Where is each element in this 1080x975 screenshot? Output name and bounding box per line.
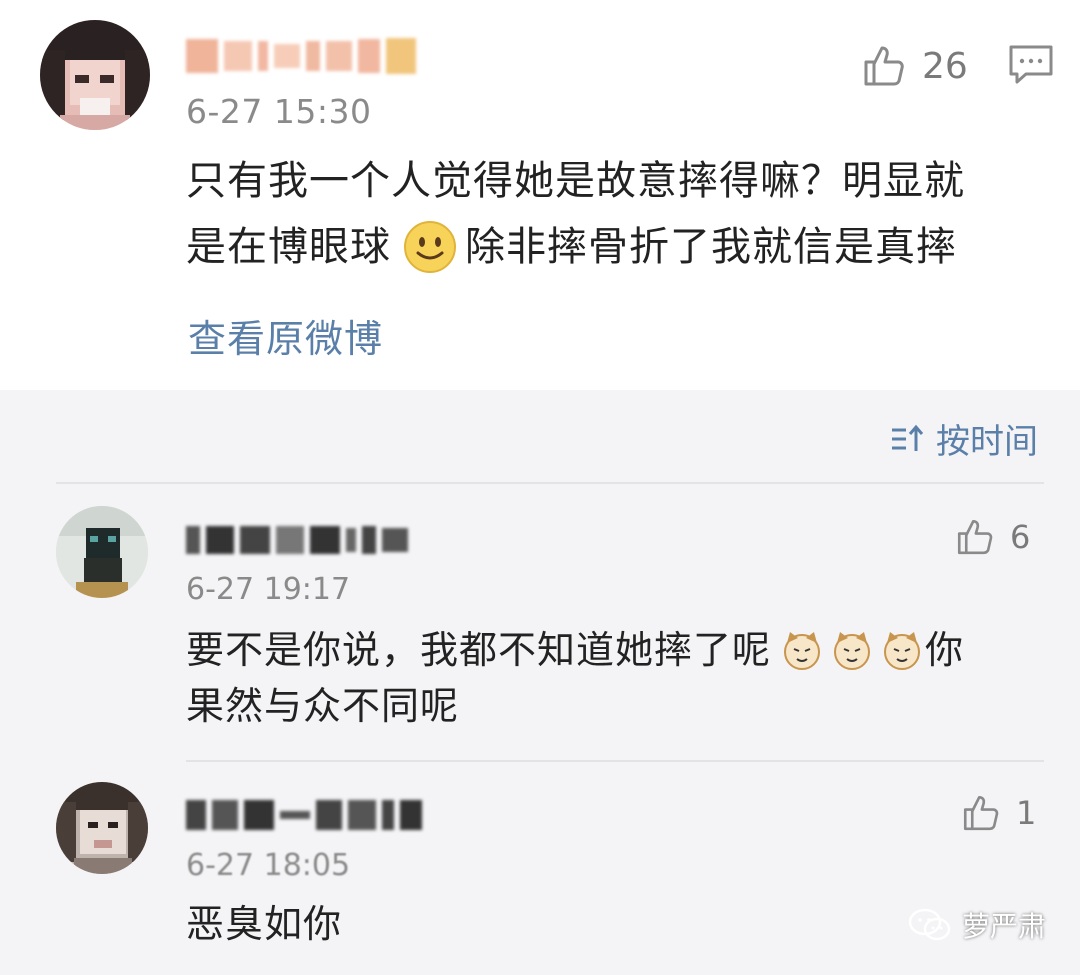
comment-body-line-1-text: 要不是你说，我都不知道她摔了呢 [186, 628, 772, 672]
post-timestamp: 6-27 15:30 [186, 92, 372, 131]
cat-emoji [834, 632, 871, 670]
like-button[interactable]: 1 [960, 792, 1036, 834]
comment-timestamp: 6-27 19:17 [186, 572, 351, 607]
like-count: 1 [1016, 794, 1037, 832]
avatar-pixelated-image [40, 20, 150, 130]
username-pixelated[interactable] [186, 526, 408, 554]
like-button[interactable]: 26 [860, 42, 968, 90]
watermark: 萝严肃 [908, 905, 1046, 945]
watermark-text: 萝严肃 [961, 910, 1046, 943]
reply-icon [1009, 45, 1053, 84]
comment-timestamp: 6-27 18:05 [186, 848, 351, 883]
comment-body: 要不是你说，我都不知道她摔了呢 你 果然与众不同呢 [186, 622, 1046, 734]
reply-button[interactable] [1008, 44, 1054, 90]
username-pixelated[interactable] [186, 38, 416, 74]
avatar-pixelated-image [56, 782, 148, 874]
comment-body-line-1-tail: 你 [925, 628, 965, 672]
divider [186, 760, 1044, 762]
wechat-icon [908, 908, 951, 941]
avatar[interactable] [40, 20, 150, 130]
avatar-pixelated-image [56, 506, 148, 598]
weibo-comments-screen: 6-27 15:30 26 只有我一个人觉得她是故意摔得嘛？明显就 是在博眼球 [0, 0, 1080, 975]
cat-emoji [884, 632, 921, 670]
comment-body-line-2: 果然与众不同呢 [186, 684, 460, 728]
smile-emoji [404, 221, 456, 273]
divider [56, 482, 1044, 484]
comment-body-line-1: 要不是你说，我都不知道她摔了呢 你 [186, 622, 1046, 678]
like-count: 26 [922, 45, 968, 87]
post-body-line-2-start: 是在博眼球 [186, 224, 391, 270]
thumbs-up-icon [864, 46, 904, 86]
sort-label: 按时间 [936, 422, 1038, 462]
like-count: 6 [1010, 518, 1031, 556]
post-body: 只有我一个人觉得她是故意摔得嘛？明显就 是在博眼球 除非摔骨折了我就信是真摔 [186, 148, 1046, 280]
username-pixelated[interactable] [186, 800, 422, 830]
thumbs-up-icon [957, 519, 993, 555]
cat-emoji [784, 632, 821, 670]
view-original-weibo-link[interactable]: 查看原微博 [188, 308, 383, 363]
post-body-line-2-end: 除非摔骨折了我就信是真摔 [465, 224, 957, 270]
post-body-line-1: 只有我一个人觉得她是故意摔得嘛？明显就 [186, 158, 965, 204]
comment-body: 恶臭如你 [186, 902, 343, 946]
original-comment-card: 6-27 15:30 26 只有我一个人觉得她是故意摔得嘛？明显就 是在博眼球 [0, 0, 1080, 390]
post-body-line-2: 是在博眼球 除非摔骨折了我就信是真摔 [186, 214, 1046, 280]
like-button[interactable]: 6 [954, 516, 1030, 558]
sort-by-time-button[interactable]: 按时间 [890, 414, 1038, 463]
avatar[interactable] [56, 506, 148, 598]
avatar[interactable] [56, 782, 148, 874]
thumbs-up-icon [963, 795, 999, 831]
sort-icon [892, 424, 924, 451]
